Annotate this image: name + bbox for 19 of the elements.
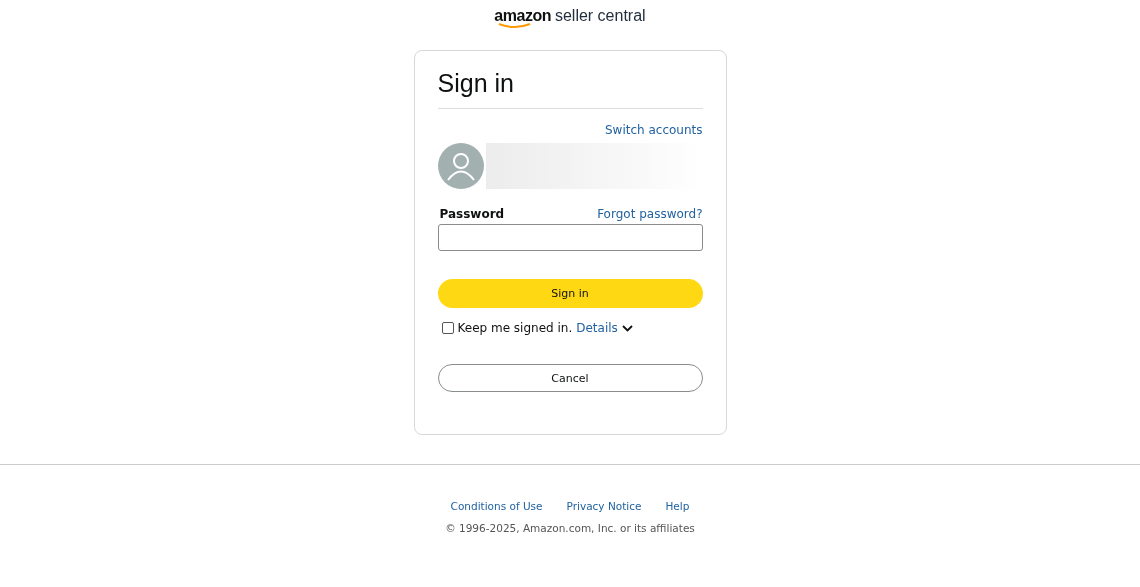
footer-link[interactable]: Help (665, 500, 690, 512)
keep-signed-in-checkbox[interactable] (441, 322, 454, 334)
card-title: Sign in (437, 69, 703, 109)
password-field[interactable] (437, 224, 703, 251)
sign-in-button[interactable]: Sign in (437, 279, 703, 308)
avatar-icon (437, 143, 484, 189)
smile-icon (498, 23, 533, 29)
keep-signed-in-label: Keep me signed in. (457, 321, 573, 335)
logo-product: seller central (554, 7, 646, 25)
switch-accounts-link[interactable]: Switch accounts (604, 123, 703, 137)
footer-link[interactable]: Privacy Notice (566, 500, 642, 512)
forgot-password-link[interactable]: Forgot password? (597, 207, 703, 221)
footer-link[interactable]: Conditions of Use (450, 500, 543, 512)
details-link[interactable]: Details (576, 321, 618, 335)
logo-brand: amazon (494, 7, 551, 25)
copyright-text: © 1996-2025, Amazon.com, Inc. or its affiliates (445, 522, 695, 534)
password-label: Password (438, 207, 505, 221)
chevron-down-icon[interactable] (621, 324, 633, 332)
cancel-button[interactable]: Cancel (437, 364, 703, 392)
